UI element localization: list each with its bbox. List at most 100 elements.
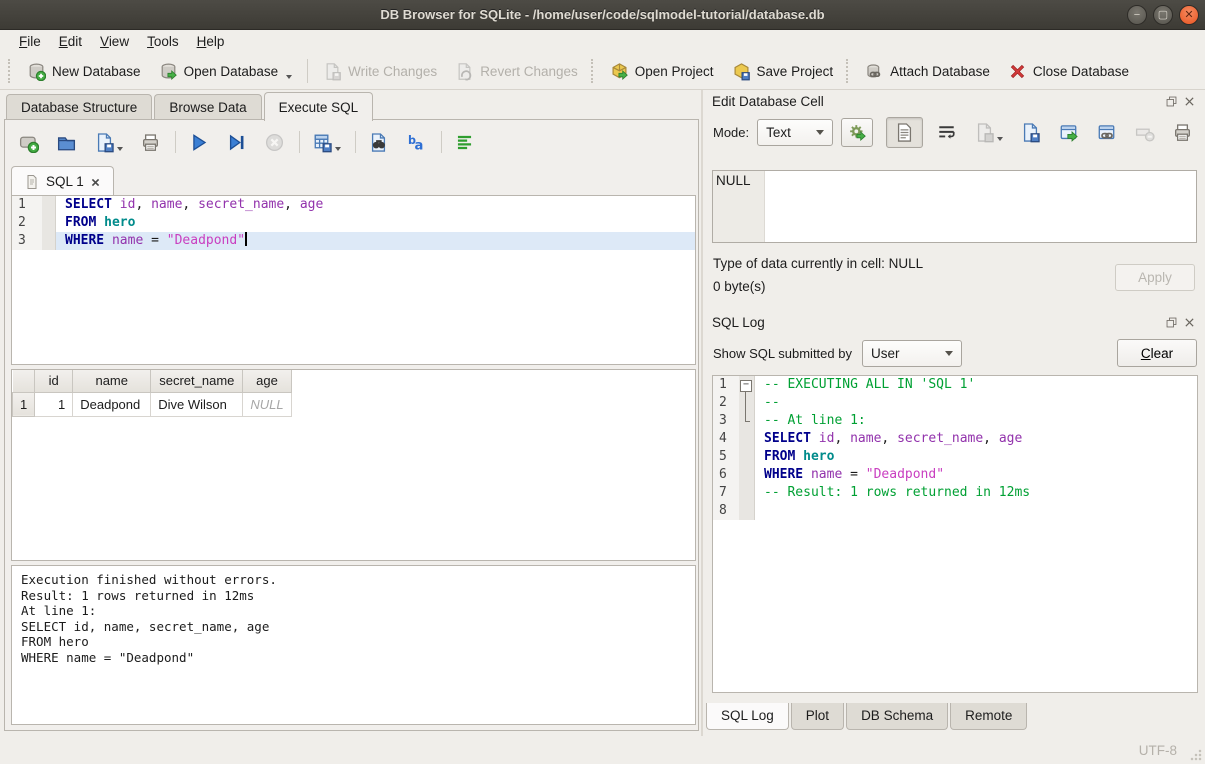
- code-line[interactable]: 3-- At line 1:: [713, 412, 1197, 430]
- word-wrap-button[interactable]: ba: [401, 129, 432, 156]
- menu-tools[interactable]: Tools: [138, 31, 188, 52]
- apply-button[interactable]: Apply: [1115, 264, 1195, 291]
- code-line[interactable]: 5FROM hero: [713, 448, 1197, 466]
- bottom-tab-sql-log[interactable]: SQL Log: [706, 703, 789, 730]
- open-sql-file-button[interactable]: [51, 129, 82, 156]
- sql-tab[interactable]: SQL 1: [11, 166, 114, 196]
- print-cell-button[interactable]: [1168, 119, 1197, 146]
- fold-margin: [739, 394, 755, 412]
- menu-view[interactable]: View: [91, 31, 138, 52]
- dropdown-caret-icon: [117, 147, 123, 151]
- row-header[interactable]: 1: [13, 392, 35, 416]
- cell-value-editor[interactable]: NULL: [712, 170, 1197, 243]
- revert-changes-button[interactable]: Revert Changes: [446, 57, 587, 86]
- code-line[interactable]: 6WHERE name = "Deadpond": [713, 466, 1197, 484]
- code-line[interactable]: 7-- Result: 1 rows returned in 12ms: [713, 484, 1197, 502]
- bottom-tab-db-schema[interactable]: DB Schema: [846, 703, 948, 730]
- float-icon[interactable]: [1165, 316, 1178, 329]
- open-project-icon: [610, 62, 629, 81]
- minimize-button[interactable]: −: [1127, 5, 1147, 25]
- open-database-button[interactable]: Open Database: [150, 57, 302, 86]
- line-number: 1: [713, 376, 739, 394]
- corner-header[interactable]: [13, 370, 35, 392]
- toolbar-handle[interactable]: [8, 59, 14, 83]
- toolbar-handle[interactable]: [846, 59, 852, 83]
- cell-edit-area[interactable]: [765, 171, 1196, 242]
- code-line[interactable]: 4SELECT id, name, secret_name, age: [713, 430, 1197, 448]
- log-filter-label: Show SQL submitted by: [713, 346, 852, 361]
- column-header-secret_name[interactable]: secret_name: [151, 370, 243, 392]
- open-project-button[interactable]: Open Project: [601, 57, 723, 86]
- set-null-button[interactable]: [1130, 119, 1159, 146]
- table-row: 11DeadpondDive WilsonNULL: [13, 392, 292, 416]
- tab-close-icon[interactable]: [90, 176, 101, 187]
- copy-link-button[interactable]: [1092, 119, 1121, 146]
- auto-switch-mode-button[interactable]: [841, 118, 873, 147]
- code-line[interactable]: 2--: [713, 394, 1197, 412]
- text-mode-button[interactable]: [886, 117, 923, 148]
- close-icon[interactable]: [1183, 95, 1196, 108]
- mode-select[interactable]: Text: [757, 119, 833, 146]
- toolbar-handle[interactable]: [591, 59, 597, 83]
- clear-log-button[interactable]: Clear: [1117, 339, 1197, 367]
- menu-help[interactable]: Help: [188, 31, 234, 52]
- new-database-icon: [27, 62, 46, 81]
- new-tab-button[interactable]: [13, 129, 44, 156]
- print-sql-button[interactable]: [135, 129, 166, 156]
- save-sql-file-button[interactable]: [89, 129, 128, 156]
- table-cell[interactable]: NULL: [243, 392, 291, 416]
- log-filter-select[interactable]: User: [862, 340, 962, 367]
- write-changes-button[interactable]: Write Changes: [314, 57, 446, 86]
- format-sql-button[interactable]: [449, 129, 480, 156]
- column-header-id[interactable]: id: [35, 370, 73, 392]
- resize-grip[interactable]: [1190, 749, 1202, 761]
- save-results-button[interactable]: [307, 129, 346, 156]
- code-line[interactable]: 1-- EXECUTING ALL IN 'SQL 1': [713, 376, 1197, 394]
- sql-log-view[interactable]: 1-- EXECUTING ALL IN 'SQL 1'2--3-- At li…: [712, 375, 1198, 693]
- column-header-age[interactable]: age: [243, 370, 291, 392]
- attach-database-button[interactable]: Attach Database: [856, 57, 999, 86]
- cell-type-info: Type of data currently in cell: NULL: [713, 256, 923, 271]
- execute-all-button[interactable]: [183, 129, 214, 156]
- tab-execute-sql[interactable]: Execute SQL: [264, 92, 374, 121]
- float-icon[interactable]: [1165, 95, 1178, 108]
- statusbar: UTF-8: [0, 736, 1205, 764]
- code-line[interactable]: 2FROM hero: [12, 214, 695, 232]
- window-title: DB Browser for SQLite - /home/user/code/…: [380, 7, 824, 22]
- code-line[interactable]: 3WHERE name = "Deadpond": [12, 232, 695, 250]
- import-data-button[interactable]: [970, 119, 1007, 146]
- execute-sql-page: ba SQL 1 1SELECT id, name, secret_name, …: [4, 119, 699, 731]
- open-external-button[interactable]: [1054, 119, 1083, 146]
- code-line[interactable]: 1SELECT id, name, secret_name, age: [12, 196, 695, 214]
- export-data-button[interactable]: [1016, 119, 1045, 146]
- find-replace-button[interactable]: [363, 129, 394, 156]
- maximize-button[interactable]: ▢: [1153, 5, 1173, 25]
- table-cell[interactable]: Dive Wilson: [151, 392, 243, 416]
- menu-edit[interactable]: Edit: [50, 31, 91, 52]
- sql-editor[interactable]: 1SELECT id, name, secret_name, age2FROM …: [11, 195, 696, 365]
- save-project-button[interactable]: Save Project: [723, 57, 843, 86]
- column-header-name[interactable]: name: [73, 370, 151, 392]
- code-line[interactable]: 8: [713, 502, 1197, 520]
- fold-margin[interactable]: [739, 376, 755, 394]
- table-cell[interactable]: 1: [35, 392, 73, 416]
- new-database-button[interactable]: New Database: [18, 57, 150, 86]
- left-pane: Database StructureBrowse DataExecute SQL…: [0, 90, 703, 736]
- close-database-button[interactable]: Close Database: [999, 57, 1138, 86]
- message-line: FROM hero: [21, 634, 686, 650]
- stop-button[interactable]: [259, 129, 290, 156]
- set-null-icon: [1134, 122, 1155, 143]
- wrap-lines-button[interactable]: [932, 119, 961, 146]
- results-grid[interactable]: idnamesecret_nameage11DeadpondDive Wilso…: [11, 369, 696, 561]
- encoding-indicator[interactable]: UTF-8: [1139, 743, 1177, 758]
- mode-row: Mode: Text: [703, 111, 1205, 152]
- bottom-tab-plot[interactable]: Plot: [791, 703, 844, 730]
- edit-cell-title: Edit Database Cell: [712, 94, 1160, 109]
- bottom-tab-remote[interactable]: Remote: [950, 703, 1027, 730]
- close-icon[interactable]: [1183, 316, 1196, 329]
- menu-file[interactable]: File: [10, 31, 50, 52]
- titlebar[interactable]: DB Browser for SQLite - /home/user/code/…: [0, 0, 1205, 30]
- table-cell[interactable]: Deadpond: [73, 392, 151, 416]
- execute-line-button[interactable]: [221, 129, 252, 156]
- close-button[interactable]: ✕: [1179, 5, 1199, 25]
